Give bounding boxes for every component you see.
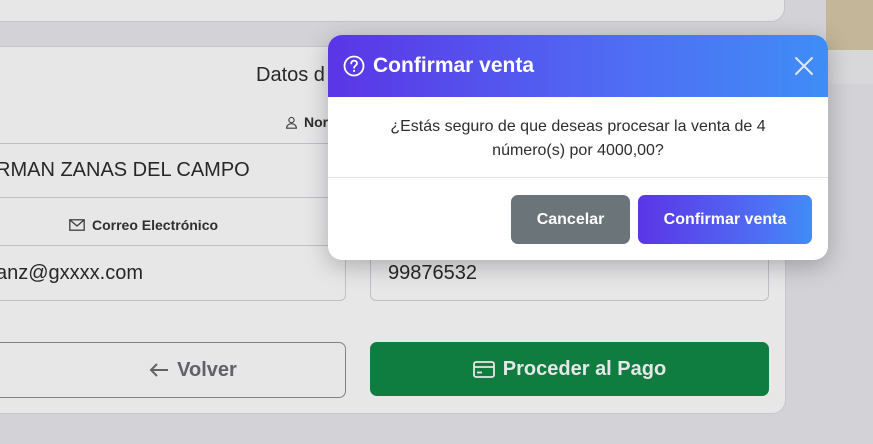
dialog-footer: Cancelar Confirmar venta [328, 178, 828, 260]
dialog-title: Confirmar venta [373, 54, 535, 77]
close-icon [795, 57, 813, 75]
close-button[interactable] [792, 54, 816, 78]
question-circle-icon [343, 55, 365, 77]
dialog-header: Confirmar venta [328, 35, 828, 97]
confirm-sale-button[interactable]: Confirmar venta [638, 195, 812, 244]
dialog-message: ¿Estás seguro de que deseas procesar la … [390, 118, 766, 159]
cancel-button[interactable]: Cancelar [511, 195, 630, 244]
confirm-sale-dialog: Confirmar venta ¿Estás seguro de que des… [328, 35, 828, 260]
